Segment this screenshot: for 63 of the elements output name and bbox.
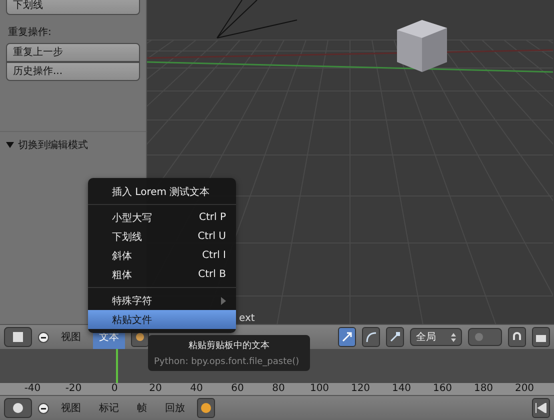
tool-button[interactable]: 重复上一步 (6, 43, 140, 62)
shortcut: Ctrl P (198, 212, 226, 223)
editor-type-button[interactable] (4, 398, 32, 418)
updown-icon (451, 332, 456, 342)
frame-number: 180 (472, 383, 494, 395)
tooltip-title: 粘贴剪贴板中的文本 (188, 340, 270, 352)
editor-type-button[interactable] (4, 327, 32, 347)
shortcut: Ctrl I (202, 250, 226, 261)
scale-tool-button[interactable] (386, 327, 404, 347)
pivot-dropdown[interactable] (468, 328, 502, 346)
shortcut: Ctrl B (198, 269, 226, 280)
menu-item[interactable]: 粗体 Ctrl B (88, 265, 236, 284)
frame-number: -20 (64, 383, 83, 395)
translate-tool-button[interactable] (338, 327, 356, 347)
menu-tab[interactable]: 视图 (55, 396, 87, 420)
keyframe-button[interactable] (197, 398, 215, 418)
pin-icon (389, 331, 401, 343)
rewind-icon (535, 403, 547, 413)
menu-item[interactable]: 插入 Lorem 测试文本 (88, 182, 236, 201)
menu-tab[interactable]: 回放 (159, 396, 191, 420)
frame-number: 120 (350, 383, 372, 395)
frame-number: 20 (148, 383, 163, 395)
frame-number: 100 (308, 383, 330, 395)
frame-number: 80 (271, 383, 286, 395)
tool-button[interactable]: 历史操作... (6, 62, 140, 81)
arc-icon (365, 331, 377, 343)
orientation-dropdown[interactable]: 全局 (410, 328, 462, 346)
frame-number: 140 (390, 383, 412, 395)
underline-button[interactable]: 下划线 (6, 0, 140, 15)
section-label: 重复操作: (8, 26, 52, 39)
keyframe-icon (200, 402, 212, 414)
menu-item[interactable]: 粘贴文件 (88, 310, 236, 329)
menu-tab[interactable]: 视图 (55, 325, 87, 349)
shortcut: Ctrl U (198, 231, 226, 242)
menu-item[interactable]: 斜体 Ctrl I (88, 246, 236, 265)
python-path: Python: bpy.ops.font.file_paste() (154, 357, 300, 367)
magnet-icon (511, 331, 523, 343)
frame-number: 60 (230, 383, 245, 395)
current-frame-line (116, 349, 118, 383)
frame-number: 0 (110, 383, 119, 395)
jump-start-button[interactable] (532, 398, 550, 418)
frame-number: 40 (189, 383, 204, 395)
panel-title[interactable]: 切换到编辑模式 (18, 138, 88, 152)
menu-item[interactable]: 下划线 Ctrl U (88, 227, 236, 246)
submenu-item[interactable]: 特殊字符 (88, 291, 236, 310)
minus-icon[interactable] (38, 332, 49, 342)
disclosure-triangle-icon[interactable] (6, 141, 14, 149)
cube (397, 20, 447, 72)
rotate-tool-button[interactable] (362, 327, 380, 347)
magnet-button[interactable] (508, 327, 526, 347)
menu-tab[interactable]: 标记 (93, 396, 125, 420)
menu-item[interactable]: 小型大写 Ctrl P (88, 208, 236, 227)
menu-tab[interactable]: 帧 (131, 396, 153, 420)
submenu-arrow-icon (221, 296, 226, 304)
frame-number: 160 (432, 383, 454, 395)
object-name: ext (239, 313, 255, 324)
frame-number: 200 (514, 383, 536, 395)
minus-icon[interactable] (38, 402, 49, 414)
camera-button[interactable] (532, 327, 550, 347)
arrow-icon (341, 331, 353, 343)
frame-number: -40 (23, 383, 42, 395)
circle-icon (474, 332, 484, 342)
pivot-icon (135, 332, 145, 342)
